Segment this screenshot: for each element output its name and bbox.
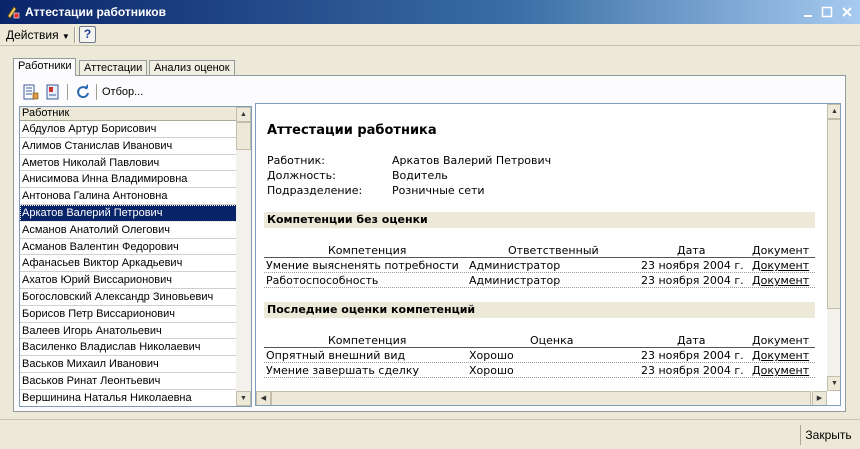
table-row: Умение выясненять потребности Администра… — [264, 258, 815, 273]
scroll-left-icon[interactable]: ◀ — [256, 391, 271, 405]
employee-column-header[interactable]: Работник — [20, 107, 237, 121]
scroll-down-icon[interactable]: ▼ — [827, 376, 840, 391]
list-item[interactable]: Абдулов Артур Борисович — [20, 121, 237, 138]
table-cell: Работоспособность — [266, 274, 379, 287]
scroll-up-icon[interactable]: ▲ — [236, 107, 251, 122]
status-bar: Закрыть — [0, 419, 860, 449]
table-cell: Администратор — [469, 274, 561, 287]
column-header: Оценка — [530, 334, 574, 347]
document-link[interactable]: Документ — [752, 363, 809, 378]
table-cell: Умение завершать сделку — [266, 364, 419, 377]
filter-button[interactable]: Отбор... — [102, 86, 143, 98]
refresh-icon[interactable] — [74, 83, 92, 101]
table-cell: Опрятный внешний вид — [266, 349, 406, 362]
column-header: Дата — [677, 244, 706, 257]
report-vertical-scrollbar[interactable]: ▲ ▼ — [827, 104, 840, 391]
list-item[interactable]: Васьков Михаил Иванович — [20, 356, 237, 373]
field-value-position: Водитель — [392, 169, 448, 182]
list-item[interactable]: Вершинина Наталья Николаевна — [20, 390, 237, 406]
column-header: Документ — [752, 244, 810, 257]
list-item[interactable]: Аметов Николай Павлович — [20, 155, 237, 172]
close-button[interactable]: Закрыть — [800, 425, 856, 445]
scrollbar-thumb[interactable] — [271, 391, 811, 405]
table-cell: 23 ноября 2004 г. — [641, 364, 744, 377]
table-row: Опрятный внешний вид Хорошо 23 ноября 20… — [264, 348, 815, 363]
document-link[interactable]: Документ — [752, 273, 809, 288]
table-cell: Администратор — [469, 259, 561, 272]
list-item[interactable]: Васьков Ринат Леонтьевич — [20, 373, 237, 390]
minimize-icon[interactable] — [800, 4, 816, 20]
scrollbar-thumb[interactable] — [827, 119, 840, 309]
tab-attestations[interactable]: Аттестации — [79, 60, 148, 76]
section-title-recent-ratings: Последние оценки компетенций — [264, 302, 815, 318]
document-link[interactable]: Документ — [752, 258, 809, 273]
title-bar: Аттестации работников — [0, 0, 860, 24]
table-header: Компетенция Оценка Дата Документ — [264, 333, 815, 348]
list-item[interactable]: Асманов Анатолий Олегович — [20, 222, 237, 239]
list-item[interactable]: Богословский Александр Зиновьевич — [20, 289, 237, 306]
field-value-employee: Аркатов Валерий Петрович — [392, 154, 552, 167]
column-header: Компетенция — [328, 334, 407, 347]
field-label-position: Должность: — [267, 169, 336, 182]
list-item[interactable]: Борисов Петр Виссарионович — [20, 306, 237, 323]
field-label-department: Подразделение: — [267, 184, 363, 197]
table-cell: Хорошо — [469, 349, 514, 362]
unrated-competencies-table: Компетенция Ответственный Дата Документ … — [264, 243, 815, 288]
employee-list-scrollbar[interactable]: ▲ ▼ — [236, 107, 251, 406]
field-label-employee: Работник: — [267, 154, 325, 167]
table-cell: Умение выясненять потребности — [266, 259, 459, 272]
close-icon[interactable] — [839, 4, 855, 20]
help-button[interactable]: ? — [79, 26, 96, 43]
field-value-department: Розничные сети — [392, 184, 485, 197]
chevron-down-icon: ▼ — [61, 32, 70, 41]
recent-ratings-table: Компетенция Оценка Дата Документ Опрятны… — [264, 333, 815, 378]
scroll-down-icon[interactable]: ▼ — [236, 391, 251, 406]
document-link[interactable]: Документ — [752, 348, 809, 363]
menu-separator — [74, 27, 76, 43]
menu-bar: Действия ▼ ? — [0, 24, 860, 46]
actions-menu[interactable]: Действия ▼ — [6, 28, 70, 42]
report-title: Аттестации работника — [267, 123, 437, 138]
list-item[interactable]: Асманов Валентин Федорович — [20, 239, 237, 256]
scroll-right-icon[interactable]: ▶ — [812, 391, 827, 405]
employee-rows: Абдулов Артур Борисович Алимов Станислав… — [20, 121, 237, 406]
toolbar-separator — [96, 84, 98, 100]
employee-list[interactable]: Работник Абдулов Артур Борисович Алимов … — [19, 106, 252, 407]
actions-menu-label: Действия — [6, 28, 59, 42]
section-title-unrated: Компетенции без оценки — [264, 212, 815, 228]
column-header: Документ — [752, 334, 810, 347]
list-item-selected[interactable]: Аркатов Валерий Петрович — [20, 204, 237, 222]
table-header: Компетенция Ответственный Дата Документ — [264, 243, 815, 258]
table-cell: 23 ноября 2004 г. — [641, 349, 744, 362]
list-item[interactable]: Василенко Владислав Николаевич — [20, 339, 237, 357]
report-horizontal-scrollbar[interactable]: ◀ ▶ — [256, 391, 827, 405]
report-panel: Аттестации работника Работник: Аркатов В… — [255, 103, 841, 406]
list-item[interactable]: Валеев Игорь Анатольевич — [20, 323, 237, 340]
table-cell: Хорошо — [469, 364, 514, 377]
tab-employees[interactable]: Работники — [13, 58, 77, 76]
scrollbar-thumb[interactable] — [236, 122, 251, 150]
list-item[interactable]: Ахатов Юрий Виссарионович — [20, 272, 237, 289]
list-icon[interactable] — [21, 83, 39, 101]
tab-score-analysis[interactable]: Анализ оценок — [149, 60, 235, 76]
list-item[interactable]: Анисимова Инна Владимировна — [20, 171, 237, 189]
list-item[interactable]: Афанасьев Виктор Аркадьевич — [20, 255, 237, 273]
column-header: Компетенция — [328, 244, 407, 257]
card-icon[interactable] — [44, 83, 62, 101]
window-title: Аттестации работников — [25, 5, 166, 19]
app-icon — [7, 6, 20, 19]
table-row: Умение завершать сделку Хорошо 23 ноября… — [264, 363, 815, 378]
list-item[interactable]: Антонова Галина Антоновна — [20, 188, 237, 205]
table-cell: 23 ноября 2004 г. — [641, 274, 744, 287]
toolbar-separator — [67, 84, 69, 100]
maximize-icon[interactable] — [819, 4, 835, 20]
scroll-up-icon[interactable]: ▲ — [827, 104, 840, 119]
column-header: Дата — [677, 334, 706, 347]
column-header: Ответственный — [508, 244, 599, 257]
table-row: Работоспособность Администратор 23 ноябр… — [264, 273, 815, 288]
table-cell: 23 ноября 2004 г. — [641, 259, 744, 272]
list-item[interactable]: Алимов Станислав Иванович — [20, 138, 237, 155]
